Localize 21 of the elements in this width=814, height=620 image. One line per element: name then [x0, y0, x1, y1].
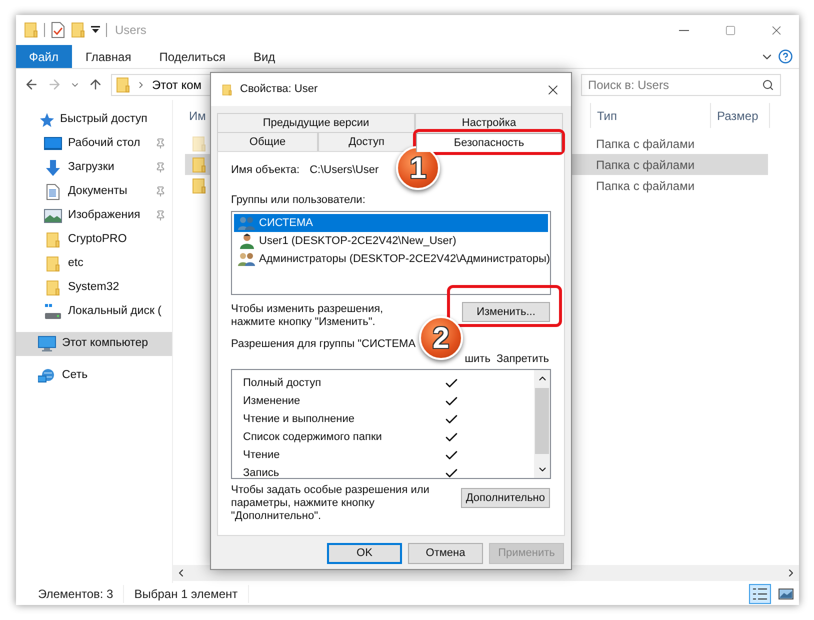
dialog-title: Свойства: User — [240, 82, 318, 98]
change-hint: Чтобы изменить разрешения, нажмите кнопку "Изменить". — [231, 303, 384, 329]
groups-label: Группы или пользователи: — [231, 192, 366, 208]
permission-name: Полный доступ — [243, 376, 322, 391]
type-cell-text: Папка с файлами — [595, 136, 695, 152]
allow-column-header: шить — [464, 352, 490, 366]
window-title: Users — [115, 22, 146, 39]
deny-column-header: Запретить — [496, 352, 549, 366]
object-label: Имя объекта: — [231, 163, 300, 178]
permissions-label: Разрешения для группы "СИСТЕМА — [231, 337, 416, 352]
advanced-hint: Чтобы задать особые разрешения или параметры, нажмите кнопку "Дополнительно". — [231, 484, 430, 523]
type-cell-text: Папка с файлами — [595, 156, 695, 174]
permission-name: Чтение — [243, 448, 281, 463]
permission-name: Чтение и выполнение — [243, 412, 356, 427]
status-text: Выбран 1 элемент — [124, 585, 249, 603]
type-cell-text: Папка с файлами — [595, 178, 695, 194]
permission-name: Запись — [243, 466, 280, 478]
object-path: C:\Users\User — [310, 163, 379, 178]
permission-name: Изменение — [243, 394, 302, 409]
status-text: Элементов: 3 — [28, 585, 124, 603]
permission-name: Список содержимого папки — [243, 430, 383, 445]
